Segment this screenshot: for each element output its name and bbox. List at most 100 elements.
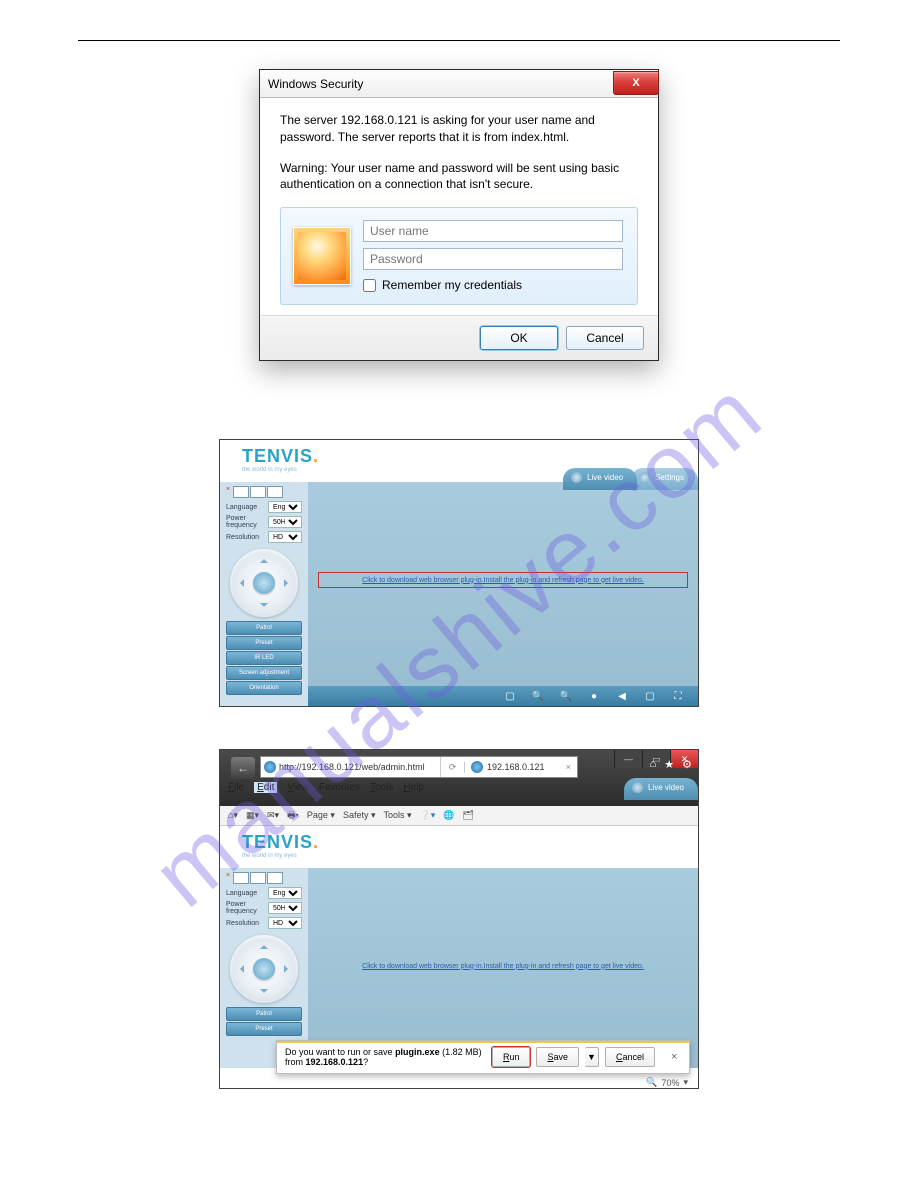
patrol-button[interactable]: Patrol — [226, 621, 302, 635]
layout-9-icon[interactable] — [267, 872, 283, 884]
screen-adjustment-button[interactable]: Screen adjustment — [226, 666, 302, 680]
menu-help[interactable]: Help — [403, 782, 424, 793]
tenvis-logo: TENVIS. — [242, 446, 698, 467]
resolution-select[interactable]: HD — [268, 917, 302, 929]
ptz-control[interactable] — [230, 549, 298, 617]
ptz-control[interactable] — [230, 935, 298, 1003]
layout-9-icon[interactable] — [267, 486, 283, 498]
tenvis-logo: TENVIS. — [242, 832, 698, 853]
tenvis-header: TENVIS. the world in my eyes Live video — [220, 826, 698, 868]
layout-1-icon[interactable] — [233, 872, 249, 884]
ptz-center-icon[interactable] — [253, 572, 275, 594]
layout-1-icon[interactable] — [233, 486, 249, 498]
mail-icon[interactable]: ✉▾ — [267, 810, 279, 821]
plugin-download-link[interactable]: Click to download web browser plug-in.In… — [318, 572, 688, 588]
menu-favorites[interactable]: Favorites — [319, 782, 360, 793]
tools-menu[interactable]: Tools ▾ — [384, 810, 412, 821]
video-viewport: Click to download web browser plug-in.In… — [308, 482, 698, 706]
remember-label: Remember my credentials — [382, 278, 522, 292]
menu-tools[interactable]: Tools — [370, 782, 393, 793]
ptz-right-icon[interactable] — [284, 579, 292, 587]
tenvis-screenshot-1: TENVIS. the world in my eyes Live video … — [219, 439, 699, 707]
page-rule — [78, 40, 840, 41]
layout-4-icon[interactable] — [250, 872, 266, 884]
addon-icon-2[interactable]: 🗂 — [463, 810, 474, 821]
close-button[interactable]: X — [613, 71, 659, 95]
zoom-indicator[interactable]: 🔍 70% ▾ — [646, 1077, 688, 1088]
snapshot-icon[interactable]: ▢ — [504, 690, 516, 702]
patrol-button[interactable]: Patrol — [226, 1007, 302, 1021]
ptz-right-icon[interactable] — [284, 965, 292, 973]
tools-gear-icon[interactable]: ⚙ — [682, 758, 692, 771]
menu-edit[interactable]: Edit — [254, 782, 277, 793]
url-input[interactable]: http://192.168.0.121/web/admin.html — [261, 757, 441, 777]
powerfreq-select[interactable]: 50HZ — [268, 902, 302, 914]
help-icon[interactable]: ❔▾ — [420, 810, 436, 821]
ptz-left-icon[interactable] — [236, 579, 244, 587]
irled-button[interactable]: IR LED — [226, 651, 302, 665]
ptz-up-icon[interactable] — [260, 941, 268, 949]
zoom-out-icon[interactable]: 🔍 — [560, 690, 572, 702]
password-input[interactable] — [363, 248, 623, 270]
ptz-down-icon[interactable] — [260, 603, 268, 611]
safety-menu[interactable]: Safety ▾ — [343, 810, 376, 821]
tenvis-tagline: the world in my eyes — [242, 853, 698, 859]
address-bar: ← http://192.168.0.121/web/admin.html ⟳ … — [260, 756, 578, 778]
save-dropdown-button[interactable]: ▼ — [585, 1047, 599, 1067]
back-button[interactable]: ← — [231, 757, 255, 779]
search-refresh-icon[interactable]: ⟳ — [441, 762, 465, 773]
page-menu[interactable]: Page ▾ — [307, 810, 335, 821]
minimize-button[interactable]: — — [614, 750, 642, 768]
orientation-button[interactable]: Orientation — [226, 681, 302, 695]
tab-live-video[interactable]: Live video — [624, 778, 698, 800]
ptz-down-icon[interactable] — [260, 989, 268, 997]
preset-button[interactable]: Preset — [226, 636, 302, 650]
notif-close-icon[interactable]: × — [661, 1047, 681, 1067]
record-icon[interactable]: ▢ — [644, 690, 656, 702]
speaker-icon[interactable]: ◀ — [616, 690, 628, 702]
remember-checkbox[interactable] — [363, 279, 376, 292]
run-button[interactable]: Run — [492, 1047, 531, 1067]
tenvis-screenshot-2: — ▭ ✕ ← http://192.168.0.121/web/admin.h… — [219, 749, 699, 1089]
powerfreq-select[interactable]: 50HZ — [268, 516, 302, 528]
preset-button[interactable]: Preset — [226, 1022, 302, 1036]
zoom-in-icon[interactable]: 🔍 — [532, 690, 544, 702]
browser-tab[interactable]: 192.168.0.121× — [465, 761, 577, 773]
username-input[interactable] — [363, 220, 623, 242]
mic-icon[interactable]: ● — [588, 690, 600, 702]
language-select[interactable]: English — [268, 887, 302, 899]
favorites-icon[interactable]: ★ — [664, 758, 674, 771]
menu-file[interactable]: File — [228, 782, 244, 793]
layout-icons: × — [226, 872, 302, 884]
home-icon[interactable]: ⌂ — [650, 758, 657, 771]
plugin-download-link[interactable]: Click to download web browser plug-in.In… — [318, 958, 688, 974]
feeds-icon[interactable]: ▦▾ — [246, 810, 259, 821]
language-select[interactable]: English — [268, 501, 302, 513]
tenvis-header: TENVIS. the world in my eyes Live video … — [220, 440, 698, 482]
cancel-button[interactable]: Cancel — [566, 326, 644, 350]
dialog-footer: OK Cancel — [260, 315, 658, 360]
fullscreen-icon[interactable]: ⛶ — [672, 690, 684, 702]
ptz-up-icon[interactable] — [260, 555, 268, 563]
dialog-title: Windows Security — [268, 77, 363, 91]
addon-icon[interactable]: 🌐 — [443, 810, 454, 821]
layout-4-icon[interactable] — [250, 486, 266, 498]
resolution-select[interactable]: HD — [268, 531, 302, 543]
ptz-left-icon[interactable] — [236, 965, 244, 973]
print-icon[interactable]: 🖶▾ — [287, 808, 299, 824]
save-button[interactable]: Save — [536, 1047, 579, 1067]
tenvis-sidebar: × LanguageEnglish Power frequency50HZ Re… — [220, 482, 308, 706]
tab-close-icon[interactable]: × — [566, 762, 571, 772]
notif-cancel-button[interactable]: Cancel — [605, 1047, 655, 1067]
dialog-titlebar[interactable]: Windows Security X — [260, 70, 658, 98]
remember-credentials-checkbox[interactable]: Remember my credentials — [363, 278, 623, 292]
menu-view[interactable]: View — [287, 782, 309, 793]
ok-button[interactable]: OK — [480, 326, 558, 350]
tab-live-video[interactable]: Live video — [563, 468, 637, 490]
video-viewport: Click to download web browser plug-in.In… — [308, 868, 698, 1068]
home-icon[interactable]: ⌂▾ — [228, 810, 238, 821]
close-icon[interactable]: × — [226, 872, 230, 884]
webcam-icon — [571, 472, 582, 483]
ptz-center-icon[interactable] — [253, 958, 275, 980]
close-icon[interactable]: × — [226, 486, 230, 498]
